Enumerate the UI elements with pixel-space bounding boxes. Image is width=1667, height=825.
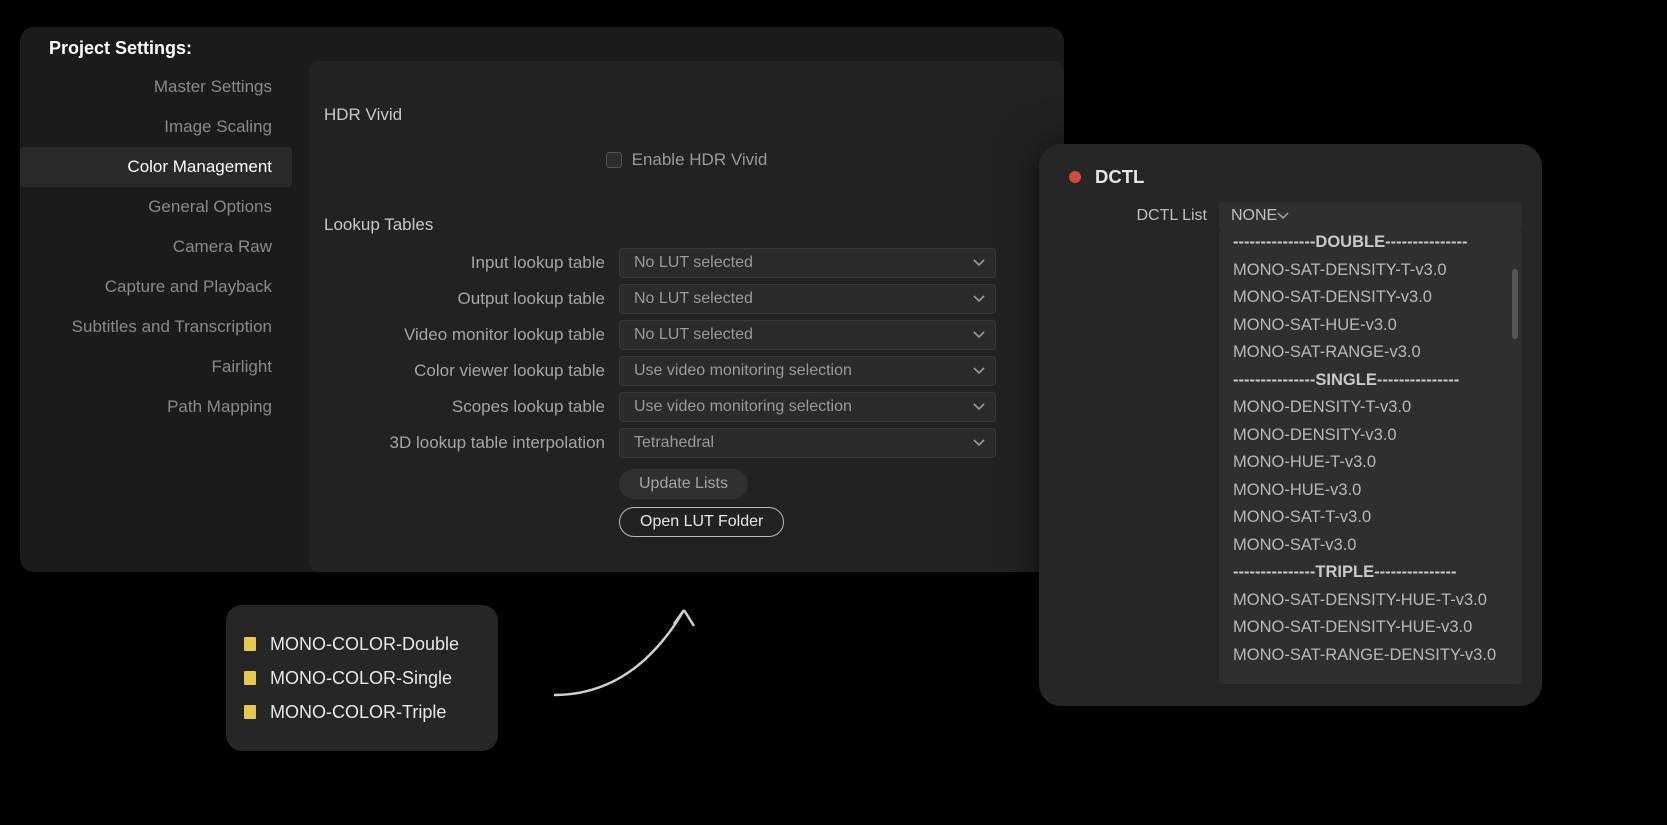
chevron-down-icon xyxy=(973,403,985,411)
lut-row-select[interactable]: Use video monitoring selection xyxy=(619,356,996,386)
dctl-list-row: DCTL List NONE xyxy=(1039,202,1522,230)
chevron-down-icon xyxy=(973,439,985,447)
folder-label: MONO-COLOR-Triple xyxy=(270,702,446,723)
sidebar-item-image-scaling[interactable]: Image Scaling xyxy=(20,107,292,147)
open-lut-folder-button[interactable]: Open LUT Folder xyxy=(619,507,784,537)
lut-row-label: Input lookup table xyxy=(324,253,619,273)
dctl-item[interactable]: MONO-DENSITY-T-v3.0 xyxy=(1219,394,1522,422)
dctl-title: DCTL xyxy=(1095,166,1144,188)
folder-label: MONO-COLOR-Single xyxy=(270,668,452,689)
lut-row: Color viewer lookup table Use video monit… xyxy=(324,353,1049,389)
dctl-item[interactable]: MONO-HUE-v3.0 xyxy=(1219,477,1522,505)
sidebar-item-color-management[interactable]: Color Management xyxy=(20,147,292,187)
hdr-enable-row[interactable]: Enable HDR Vivid xyxy=(324,135,1049,185)
lut-row-select[interactable]: No LUT selected xyxy=(619,248,996,278)
dctl-selected-value: NONE xyxy=(1231,207,1277,225)
lut-row-label: 3D lookup table interpolation xyxy=(324,433,619,453)
folder-item[interactable]: MONO-COLOR-Single xyxy=(244,661,480,695)
dctl-item[interactable]: MONO-DENSITY-v3.0 xyxy=(1219,422,1522,450)
lut-row-value: No LUT selected xyxy=(634,290,753,308)
project-settings-title: Project Settings: xyxy=(49,38,192,59)
sidebar-item-camera-raw[interactable]: Camera Raw xyxy=(20,227,292,267)
dctl-item[interactable]: MONO-SAT-T-v3.0 xyxy=(1219,504,1522,532)
dctl-header: DCTL xyxy=(1039,144,1542,202)
dctl-list[interactable]: ---------------DOUBLE---------------MONO… xyxy=(1219,229,1522,684)
lut-row-label: Scopes lookup table xyxy=(324,397,619,417)
lut-row: Video monitor lookup table No LUT selecte… xyxy=(324,317,1049,353)
folder-item[interactable]: MONO-COLOR-Triple xyxy=(244,695,480,729)
dctl-item[interactable]: MONO-HUE-T-v3.0 xyxy=(1219,449,1522,477)
dctl-list-select[interactable]: NONE xyxy=(1219,202,1522,230)
hdr-enable-checkbox[interactable] xyxy=(606,152,622,168)
dctl-scrollbar[interactable] xyxy=(1512,269,1518,339)
dctl-separator: ---------------SINGLE--------------- xyxy=(1219,367,1522,395)
lut-section-title: Lookup Tables xyxy=(324,215,1049,235)
sidebar-item-master-settings[interactable]: Master Settings xyxy=(20,67,292,107)
update-lists-button[interactable]: Update Lists xyxy=(619,469,748,499)
lut-row-value: Use video monitoring selection xyxy=(634,398,852,416)
sidebar-item-general-options[interactable]: General Options xyxy=(20,187,292,227)
lut-row-value: No LUT selected xyxy=(634,326,753,344)
arrow-annotation xyxy=(544,590,724,710)
chevron-down-icon xyxy=(973,331,985,339)
dctl-dropdown: ---------------DOUBLE---------------MONO… xyxy=(1219,229,1522,684)
dctl-item[interactable]: MONO-SAT-DENSITY-v3.0 xyxy=(1219,284,1522,312)
lut-row-label: Output lookup table xyxy=(324,289,619,309)
dctl-list-label: DCTL List xyxy=(1069,207,1219,225)
sidebar-item-subtitles-and-transcription[interactable]: Subtitles and Transcription xyxy=(20,307,292,347)
lut-row-value: Tetrahedral xyxy=(634,434,714,452)
dctl-item[interactable]: MONO-SAT-DENSITY-T-v3.0 xyxy=(1219,257,1522,285)
chevron-down-icon xyxy=(973,295,985,303)
lut-row: Input lookup table No LUT selected xyxy=(324,245,1049,281)
dctl-item[interactable]: MONO-SAT-DENSITY-HUE-T-v3.0 xyxy=(1219,587,1522,615)
lut-row-select[interactable]: No LUT selected xyxy=(619,320,996,350)
close-icon[interactable] xyxy=(1069,171,1081,183)
dctl-item[interactable]: MONO-SAT-HUE-v3.0 xyxy=(1219,312,1522,340)
hdr-section-title: HDR Vivid xyxy=(324,105,1049,125)
project-settings-sidebar: Master SettingsImage ScalingColor Manage… xyxy=(20,67,292,427)
lut-row: Scopes lookup table Use video monitoring … xyxy=(324,389,1049,425)
lut-row-value: Use video monitoring selection xyxy=(634,362,852,380)
lut-row-select[interactable]: No LUT selected xyxy=(619,284,996,314)
lut-row-select[interactable]: Use video monitoring selection xyxy=(619,392,996,422)
lut-row: 3D lookup table interpolation Tetrahedral xyxy=(324,425,1049,461)
lut-row: Output lookup table No LUT selected xyxy=(324,281,1049,317)
chevron-down-icon xyxy=(973,367,985,375)
dctl-item[interactable]: MONO-SAT-RANGE-DENSITY-v3.0 xyxy=(1219,642,1522,670)
dctl-item[interactable]: MONO-SAT-RANGE-v3.0 xyxy=(1219,339,1522,367)
lut-folders-card: MONO-COLOR-Double MONO-COLOR-Single MONO-C… xyxy=(226,605,498,751)
dctl-item[interactable]: MONO-SAT-v3.0 xyxy=(1219,532,1522,560)
dctl-separator: ---------------TRIPLE--------------- xyxy=(1219,559,1522,587)
lut-buttons: Update Lists Open LUT Folder xyxy=(619,469,1049,545)
sidebar-item-path-mapping[interactable]: Path Mapping xyxy=(20,387,292,427)
dctl-panel: DCTL DCTL List NONE ---------------DOUBL… xyxy=(1039,144,1542,706)
folder-item[interactable]: MONO-COLOR-Double xyxy=(244,627,480,661)
chevron-down-icon xyxy=(1277,212,1289,220)
lut-row-label: Color viewer lookup table xyxy=(324,361,619,381)
project-settings-content: HDR Vivid Enable HDR Vivid Lookup Tables… xyxy=(309,61,1064,572)
folder-icon xyxy=(244,637,256,651)
project-settings-panel: Project Settings: Master SettingsImage S… xyxy=(20,27,1064,572)
lut-row-value: No LUT selected xyxy=(634,254,753,272)
dctl-item[interactable]: MONO-SAT-DENSITY-HUE-v3.0 xyxy=(1219,614,1522,642)
chevron-down-icon xyxy=(973,259,985,267)
sidebar-item-fairlight[interactable]: Fairlight xyxy=(20,347,292,387)
folder-icon xyxy=(244,705,256,719)
lut-row-label: Video monitor lookup table xyxy=(324,325,619,345)
sidebar-item-capture-and-playback[interactable]: Capture and Playback xyxy=(20,267,292,307)
dctl-separator: ---------------DOUBLE--------------- xyxy=(1219,229,1522,257)
folder-icon xyxy=(244,671,256,685)
hdr-enable-label: Enable HDR Vivid xyxy=(632,150,768,170)
lut-row-select[interactable]: Tetrahedral xyxy=(619,428,996,458)
folder-label: MONO-COLOR-Double xyxy=(270,634,459,655)
